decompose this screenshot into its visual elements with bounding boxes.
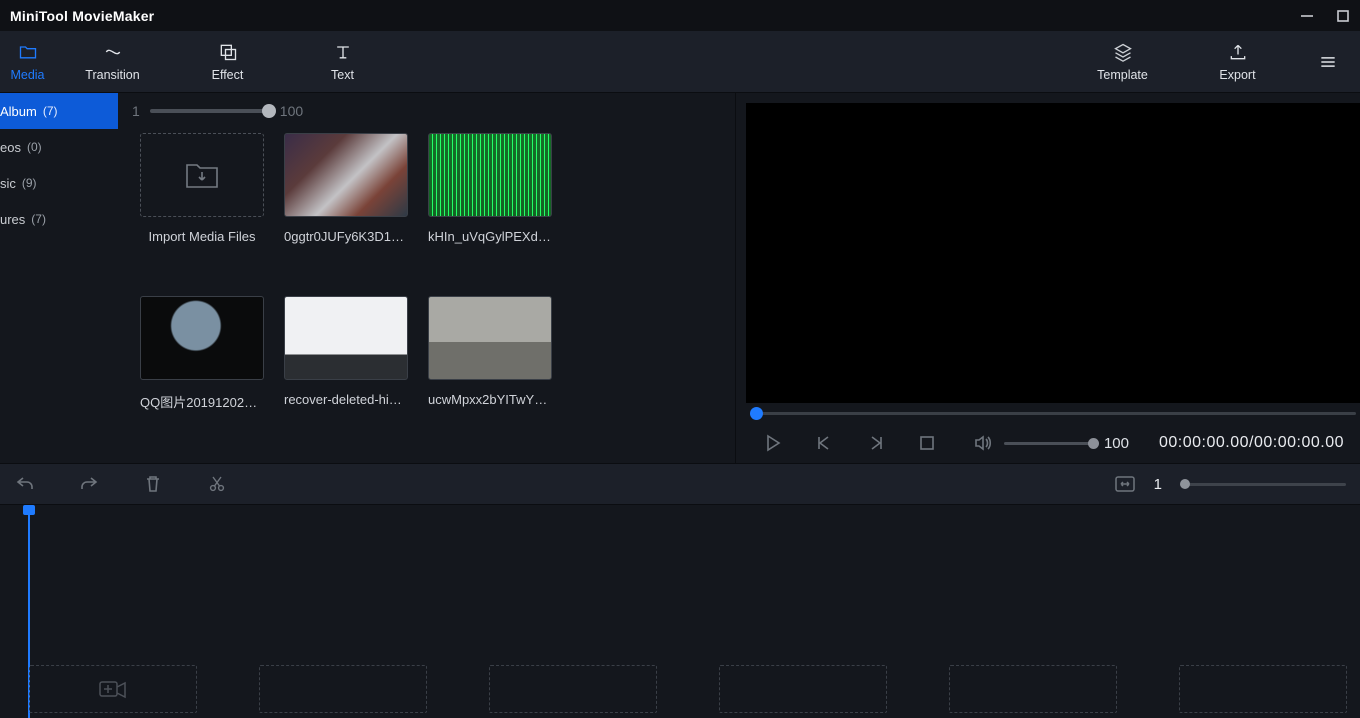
export-button-label: Export — [1219, 68, 1255, 82]
clip-placeholder[interactable] — [489, 665, 657, 713]
media-panel: 1 100 Import Media Files 0ggtr0JUFy6K3D1… — [118, 93, 735, 463]
sidebar-item-label: ures — [0, 212, 25, 227]
slider-knob[interactable] — [262, 104, 276, 118]
media-tile[interactable]: ucwMpxx2bYITwY7rZ… — [428, 296, 552, 411]
sidebar-item-pictures[interactable]: ures (7) — [0, 201, 118, 237]
scrub-handle[interactable] — [750, 407, 763, 420]
text-tab-label: Text — [331, 68, 354, 82]
media-grid-scroll[interactable]: Import Media Files 0ggtr0JUFy6K3D1r_9aS…… — [118, 129, 735, 463]
media-grid: Import Media Files 0ggtr0JUFy6K3D1r_9aS…… — [140, 133, 719, 463]
import-media-tile[interactable]: Import Media Files — [140, 133, 264, 244]
thumb-size-max: 100 — [280, 103, 303, 119]
video-track[interactable] — [29, 665, 1360, 713]
preview-scrub — [746, 403, 1360, 423]
titlebar: MiniTool MovieMaker — [0, 0, 1360, 31]
clip-placeholder[interactable] — [259, 665, 427, 713]
effect-tab-label: Effect — [212, 68, 244, 82]
delete-button[interactable] — [142, 473, 164, 495]
media-tile[interactable]: 0ggtr0JUFy6K3D1r_9aS… — [284, 133, 408, 244]
video-preview[interactable] — [746, 103, 1360, 403]
sidebar-item-label: eos — [0, 140, 21, 155]
media-thumbnail — [140, 296, 264, 380]
sidebar-item-music[interactable]: sic (9) — [0, 165, 118, 201]
minimize-button[interactable] — [1300, 9, 1314, 23]
volume-control: 100 — [972, 432, 1129, 454]
media-sidebar: Album (7) eos (0) sic (9) ures (7) — [0, 93, 118, 463]
import-label: Import Media Files — [140, 229, 264, 244]
media-tab-label: Media — [10, 68, 44, 82]
volume-icon[interactable] — [972, 432, 994, 454]
zoom-value: 1 — [1154, 476, 1162, 493]
thumbnail-size-control: 1 100 — [118, 93, 735, 129]
media-tile[interactable]: QQ图片20191202215506 — [140, 296, 264, 411]
volume-value: 100 — [1104, 435, 1129, 452]
import-icon — [140, 133, 264, 217]
media-thumbnail — [428, 133, 552, 217]
timecode: 00:00:00.00/00:00:00.00 — [1159, 434, 1344, 452]
zoom-slider[interactable] — [1180, 483, 1346, 486]
player-controls: 100 00:00:00.00/00:00:00.00 — [746, 423, 1360, 463]
preview-panel: 100 00:00:00.00/00:00:00.00 — [735, 93, 1360, 463]
sidebar-item-label: sic — [0, 176, 16, 191]
template-button[interactable]: Template — [1065, 31, 1180, 92]
redo-button[interactable] — [78, 473, 100, 495]
menu-button[interactable] — [1295, 31, 1360, 92]
effect-tab[interactable]: Effect — [170, 31, 285, 92]
media-tile[interactable]: kHIn_uVqGylPEXd6D… — [428, 133, 552, 244]
sidebar-item-videos[interactable]: eos (0) — [0, 129, 118, 165]
thumb-size-slider[interactable] — [150, 109, 270, 113]
timeline[interactable] — [0, 505, 1360, 718]
media-thumbnail — [428, 296, 552, 380]
timeline-toolbar: 1 — [0, 463, 1360, 505]
undo-button[interactable] — [14, 473, 36, 495]
sidebar-item-count: (7) — [31, 212, 46, 226]
transition-tab[interactable]: Transition — [55, 31, 170, 92]
split-button[interactable] — [206, 473, 228, 495]
sidebar-item-count: (0) — [27, 140, 42, 154]
clip-placeholder[interactable] — [1179, 665, 1347, 713]
export-button[interactable]: Export — [1180, 31, 1295, 92]
play-button[interactable] — [762, 432, 783, 454]
maximize-button[interactable] — [1336, 9, 1350, 23]
clip-placeholder[interactable] — [719, 665, 887, 713]
thumb-size-min: 1 — [132, 103, 140, 119]
timeline-ruler[interactable] — [0, 505, 1360, 527]
media-tab[interactable]: Media — [0, 31, 55, 92]
clip-placeholder[interactable] — [29, 665, 197, 713]
text-tab[interactable]: Text — [285, 31, 400, 92]
main-toolbar: Media Transition Effect Text Template Ex… — [0, 31, 1360, 93]
next-frame-button[interactable] — [865, 432, 886, 454]
media-name: kHIn_uVqGylPEXd6D… — [428, 229, 552, 244]
clip-placeholder[interactable] — [949, 665, 1117, 713]
fit-zoom-button[interactable] — [1114, 473, 1136, 495]
media-name: 0ggtr0JUFy6K3D1r_9aS… — [284, 229, 408, 244]
transition-tab-label: Transition — [85, 68, 139, 82]
media-name: QQ图片20191202215506 — [140, 392, 264, 411]
media-thumbnail — [284, 296, 408, 380]
zoom-knob[interactable] — [1180, 479, 1190, 489]
template-button-label: Template — [1097, 68, 1148, 82]
media-name: recover-deleted-histor… — [284, 392, 408, 407]
app-title: MiniTool MovieMaker — [10, 8, 154, 24]
media-thumbnail — [284, 133, 408, 217]
media-name: ucwMpxx2bYITwY7rZ… — [428, 392, 552, 407]
sidebar-item-count: (7) — [43, 104, 58, 118]
sidebar-item-label: Album — [0, 104, 37, 119]
sidebar-item-album[interactable]: Album (7) — [0, 93, 118, 129]
sidebar-item-count: (9) — [22, 176, 37, 190]
scrub-track[interactable] — [750, 412, 1356, 415]
prev-frame-button[interactable] — [813, 432, 834, 454]
workspace: Album (7) eos (0) sic (9) ures (7) 1 100 — [0, 93, 1360, 463]
stop-button[interactable] — [916, 432, 937, 454]
volume-knob[interactable] — [1088, 438, 1099, 449]
volume-slider[interactable] — [1004, 442, 1094, 445]
media-tile[interactable]: recover-deleted-histor… — [284, 296, 408, 411]
window-controls — [1300, 9, 1350, 23]
